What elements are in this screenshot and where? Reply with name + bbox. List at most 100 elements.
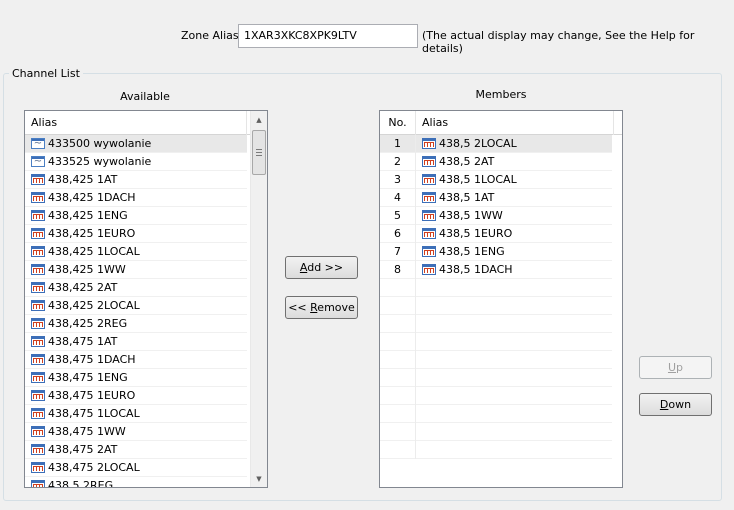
empty-row (380, 368, 612, 387)
digital-channel-icon (422, 210, 436, 221)
digital-channel-icon (422, 174, 436, 185)
list-item[interactable]: 438,425 1DACH (25, 189, 247, 207)
row-alias: 438,5 1EURO (439, 227, 513, 240)
list-item[interactable]: 438,475 1ENG (25, 369, 247, 387)
list-item[interactable]: 438,425 2REG (25, 315, 247, 333)
digital-channel-icon (31, 480, 45, 487)
row-alias: 438,5 2LOCAL (439, 137, 517, 150)
list-item-label: 438,475 1EURO (48, 389, 136, 402)
digital-channel-icon (31, 210, 45, 221)
list-item-label: 438,475 1WW (48, 425, 126, 438)
row-alias: 438,5 2AT (439, 155, 495, 168)
digital-channel-icon (31, 390, 45, 401)
column-header-alias[interactable]: Alias (416, 111, 614, 135)
add-button[interactable]: Add >> (285, 256, 358, 279)
list-item[interactable]: 438,475 1AT (25, 333, 247, 351)
list-item[interactable]: 438,425 1ENG (25, 207, 247, 225)
list-item[interactable]: 438,475 1EURO (25, 387, 247, 405)
remove-button[interactable]: << Remove (285, 296, 358, 319)
list-item[interactable]: 438,475 1LOCAL (25, 405, 247, 423)
digital-channel-icon (31, 444, 45, 455)
table-row[interactable]: 5 438,5 1WW (380, 206, 612, 225)
list-item[interactable]: 438,425 1AT (25, 171, 247, 189)
empty-cell (380, 368, 416, 387)
scrollbar-thumb[interactable] (252, 130, 266, 175)
empty-cell (380, 314, 416, 333)
digital-channel-icon (31, 336, 45, 347)
add-button-label: Add >> (299, 261, 344, 274)
remove-button-label: << Remove (288, 301, 355, 314)
empty-row (380, 278, 612, 297)
list-item[interactable]: 438,425 2AT (25, 279, 247, 297)
digital-channel-icon (422, 138, 436, 149)
column-header-alias[interactable]: Alias (25, 111, 247, 135)
digital-channel-icon (31, 300, 45, 311)
list-item[interactable]: 433500 wywolanie (25, 135, 247, 153)
list-item-label: 438,425 1AT (48, 173, 118, 186)
empty-row (380, 296, 612, 315)
analog-channel-icon (31, 138, 45, 149)
table-row[interactable]: 4 438,5 1AT (380, 188, 612, 207)
down-button[interactable]: Down (639, 393, 712, 416)
list-item-label: 438,425 2LOCAL (48, 299, 140, 312)
list-item[interactable]: 438,425 1EURO (25, 225, 247, 243)
row-alias: 438,5 1AT (439, 191, 495, 204)
members-rows: 1 438,5 2LOCAL 2 438,5 2AT 3 438,5 1LOCAL 4 438… (380, 134, 622, 459)
digital-channel-icon (31, 462, 45, 473)
digital-channel-icon (422, 192, 436, 203)
list-item[interactable]: 438,475 2LOCAL (25, 459, 247, 477)
list-item-label: 438,475 1AT (48, 335, 118, 348)
list-item[interactable]: 438,425 1WW (25, 261, 247, 279)
list-item[interactable]: 438,425 1LOCAL (25, 243, 247, 261)
available-list[interactable]: Alias 433500 wywolanie 433525 wywolanie 43… (24, 110, 268, 488)
digital-channel-icon (31, 192, 45, 203)
list-item[interactable]: 433525 wywolanie (25, 153, 247, 171)
list-item[interactable]: 438,5 2REG (25, 477, 247, 487)
empty-row (380, 422, 612, 441)
list-item-label: 438,425 1DACH (48, 191, 136, 204)
zone-alias-label: Zone Alias (181, 29, 239, 42)
list-item-label: 438,475 1DACH (48, 353, 136, 366)
column-header-no[interactable]: No. (380, 111, 416, 135)
available-scrollbar[interactable]: ▲ ▼ (250, 111, 267, 487)
empty-cell (380, 296, 416, 315)
scroll-down-arrow-icon[interactable]: ▼ (251, 470, 267, 487)
list-item-label: 438,475 2LOCAL (48, 461, 140, 474)
table-row[interactable]: 2 438,5 2AT (380, 152, 612, 171)
row-alias: 438,5 1ENG (439, 245, 505, 258)
empty-cell (380, 404, 416, 423)
row-number: 4 (380, 188, 416, 207)
empty-cell (380, 440, 416, 459)
empty-row (380, 332, 612, 351)
list-item[interactable]: 438,475 1DACH (25, 351, 247, 369)
list-item-label: 433500 wywolanie (48, 137, 152, 150)
list-item-label: 438,425 2REG (48, 317, 128, 330)
list-item[interactable]: 438,475 2AT (25, 441, 247, 459)
table-row[interactable]: 1 438,5 2LOCAL (380, 134, 612, 153)
digital-channel-icon (31, 318, 45, 329)
digital-channel-icon (31, 372, 45, 383)
members-list-header: No. Alias (380, 111, 622, 135)
list-item[interactable]: 438,425 2LOCAL (25, 297, 247, 315)
zone-alias-input[interactable]: 1XAR3XKC8XPK9LTV (238, 24, 418, 48)
list-item[interactable]: 438,475 1WW (25, 423, 247, 441)
members-list[interactable]: No. Alias 1 438,5 2LOCAL 2 438,5 2AT 3 438,5 … (379, 110, 623, 488)
list-item-label: 438,475 1ENG (48, 371, 128, 384)
table-row[interactable]: 3 438,5 1LOCAL (380, 170, 612, 189)
table-row[interactable]: 8 438,5 1DACH (380, 260, 612, 279)
row-number: 7 (380, 242, 416, 261)
empty-cell (380, 278, 416, 297)
members-title: Members (475, 88, 527, 101)
digital-channel-icon (31, 354, 45, 365)
up-button[interactable]: Up (639, 356, 712, 379)
table-row[interactable]: 6 438,5 1EURO (380, 224, 612, 243)
empty-cell (380, 350, 416, 369)
table-row[interactable]: 7 438,5 1ENG (380, 242, 612, 261)
empty-cell (380, 332, 416, 351)
list-item-label: 438,425 1EURO (48, 227, 136, 240)
list-item-label: 438,475 2AT (48, 443, 118, 456)
scroll-up-arrow-icon[interactable]: ▲ (251, 111, 267, 128)
empty-row (380, 440, 612, 459)
row-alias: 438,5 1WW (439, 209, 503, 222)
row-number: 2 (380, 152, 416, 171)
